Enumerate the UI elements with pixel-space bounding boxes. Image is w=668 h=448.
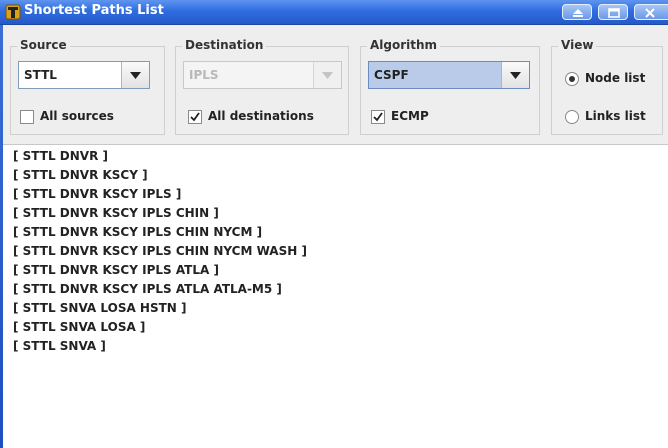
algorithm-dropdown-button[interactable] bbox=[501, 62, 529, 88]
chevron-down-icon bbox=[322, 72, 333, 79]
source-combobox[interactable]: STTL bbox=[18, 61, 150, 89]
algorithm-combobox[interactable]: CSPF bbox=[368, 61, 530, 89]
destination-selected-value: IPLS bbox=[189, 68, 219, 82]
links-list-label[interactable]: Links list bbox=[585, 109, 646, 123]
all-sources-label[interactable]: All sources bbox=[40, 109, 114, 123]
path-row[interactable]: [ STTL SNVA ] bbox=[13, 339, 106, 353]
all-sources-checkbox[interactable] bbox=[20, 110, 34, 124]
path-row[interactable]: [ STTL DNVR KSCY IPLS CHIN NYCM WASH ] bbox=[13, 244, 307, 258]
eject-icon bbox=[573, 9, 583, 17]
close-button[interactable] bbox=[634, 4, 668, 20]
algorithm-legend: Algorithm bbox=[367, 38, 441, 52]
view-group: View Node list Links list bbox=[551, 38, 663, 135]
destination-group: Destination IPLS All destinations bbox=[175, 38, 349, 135]
path-row[interactable]: [ STTL DNVR KSCY IPLS CHIN ] bbox=[13, 206, 219, 220]
source-dropdown-button[interactable] bbox=[121, 62, 149, 88]
minimize-button[interactable] bbox=[562, 4, 592, 20]
path-row[interactable]: [ STTL SNVA LOSA ] bbox=[13, 320, 145, 334]
path-row[interactable]: [ STTL DNVR ] bbox=[13, 149, 108, 163]
window-title: Shortest Paths List bbox=[24, 3, 164, 18]
close-icon bbox=[645, 8, 655, 18]
maximize-button[interactable] bbox=[598, 4, 628, 20]
all-destinations-checkbox[interactable] bbox=[188, 110, 202, 124]
path-row[interactable]: [ STTL DNVR KSCY IPLS CHIN NYCM ] bbox=[13, 225, 262, 239]
ecmp-label[interactable]: ECMP bbox=[391, 109, 429, 123]
controls-panel: Source STTL All sources Destination IPLS bbox=[3, 25, 668, 145]
chevron-down-icon bbox=[130, 72, 141, 79]
destination-dropdown-button[interactable] bbox=[313, 62, 341, 88]
source-group: Source STTL All sources bbox=[10, 38, 165, 135]
path-row[interactable]: [ STTL SNVA LOSA HSTN ] bbox=[13, 301, 187, 315]
view-legend: View bbox=[558, 38, 597, 52]
node-list-radio[interactable] bbox=[565, 72, 579, 86]
path-row[interactable]: [ STTL DNVR KSCY IPLS ] bbox=[13, 187, 181, 201]
destination-legend: Destination bbox=[182, 38, 267, 52]
app-icon bbox=[5, 4, 21, 20]
chevron-down-icon bbox=[510, 72, 521, 79]
checkmark-icon bbox=[190, 112, 200, 122]
algorithm-group: Algorithm CSPF ECMP bbox=[360, 38, 540, 135]
checkmark-icon bbox=[373, 112, 383, 122]
source-selected-value: STTL bbox=[24, 68, 57, 82]
path-row[interactable]: [ STTL DNVR KSCY IPLS ATLA ATLA-M5 ] bbox=[13, 282, 282, 296]
path-row[interactable]: [ STTL DNVR KSCY IPLS ATLA ] bbox=[13, 263, 219, 277]
all-destinations-label[interactable]: All destinations bbox=[208, 109, 314, 123]
destination-combobox[interactable]: IPLS bbox=[183, 61, 342, 89]
radio-selected-dot bbox=[569, 76, 575, 82]
title-bar[interactable]: Shortest Paths List bbox=[0, 0, 668, 25]
maximize-icon bbox=[608, 8, 620, 18]
source-legend: Source bbox=[17, 38, 70, 52]
node-list-label[interactable]: Node list bbox=[585, 71, 645, 85]
links-list-radio[interactable] bbox=[565, 110, 579, 124]
ecmp-checkbox[interactable] bbox=[371, 110, 385, 124]
path-row[interactable]: [ STTL DNVR KSCY ] bbox=[13, 168, 148, 182]
paths-list[interactable]: [ STTL DNVR ] [ STTL DNVR KSCY ] [ STTL … bbox=[3, 145, 668, 448]
algorithm-selected-value: CSPF bbox=[374, 68, 409, 82]
